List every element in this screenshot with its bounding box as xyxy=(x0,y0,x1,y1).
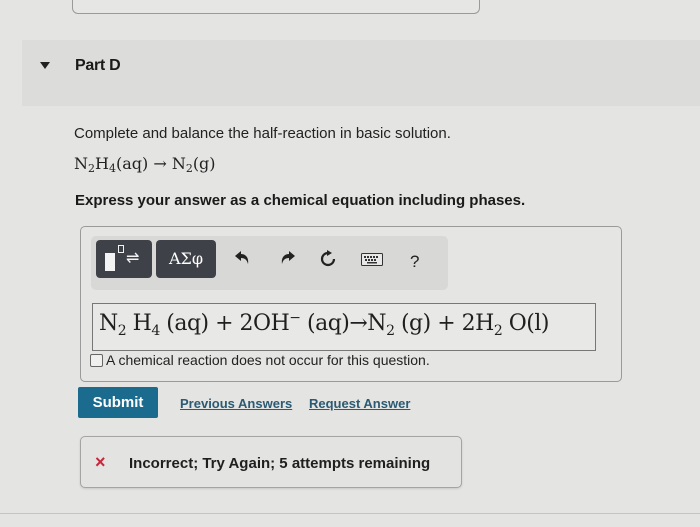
feedback-message: Incorrect; Try Again; 5 attempts remaini… xyxy=(129,455,431,472)
undo-icon xyxy=(235,251,249,264)
answer-input[interactable]: N2 H4 (aq) + 2OH− (aq)→N2 (g) + 2H2 O(l) xyxy=(92,303,596,351)
keyboard-button[interactable] xyxy=(361,253,383,266)
given-reaction: N2H4(aq) → N2(g) xyxy=(74,154,216,175)
answer-text: N xyxy=(99,311,118,336)
reset-button[interactable] xyxy=(319,250,337,268)
help-button[interactable]: ? xyxy=(410,252,419,272)
reset-icon xyxy=(320,250,336,267)
answer-subscript: 2 xyxy=(117,323,127,339)
reactant-phase: (aq) xyxy=(115,154,149,173)
answer-superscript: − xyxy=(289,310,301,326)
redo-icon xyxy=(281,251,295,264)
no-reaction-label: A chemical reaction does not occur for t… xyxy=(106,352,430,368)
no-reaction-checkbox[interactable] xyxy=(90,353,103,367)
no-reaction-option[interactable]: A chemical reaction does not occur for t… xyxy=(90,352,430,368)
keyboard-icon xyxy=(361,253,383,266)
redo-button[interactable] xyxy=(278,250,296,266)
question-instruction: Complete and balance the half-reaction i… xyxy=(74,125,451,142)
reactant-n: N xyxy=(74,154,88,173)
answer-format-instruction: Express your answer as a chemical equati… xyxy=(75,192,526,209)
collapse-caret-icon[interactable] xyxy=(40,62,50,69)
previous-answers-link[interactable]: Previous Answers xyxy=(180,396,292,411)
product-phase: (g) xyxy=(192,154,216,173)
part-title[interactable]: Part D xyxy=(75,57,121,75)
product-sub: 2 xyxy=(185,162,193,175)
answer-subscript: 4 xyxy=(151,323,160,339)
reactant-sub: 4 xyxy=(108,162,116,175)
product-n: N xyxy=(171,154,186,173)
answer-text: (aq) + 2OH xyxy=(159,311,290,336)
previous-feedback-box xyxy=(72,0,480,14)
answer-subscript: 2 xyxy=(493,323,503,339)
answer-text: (g) + 2H xyxy=(394,311,494,336)
answer-text: H xyxy=(126,311,152,336)
submit-button[interactable]: Submit xyxy=(78,387,158,418)
greek-symbols-button[interactable]: ΑΣφ xyxy=(156,240,216,278)
reactant-sub: 2 xyxy=(88,162,95,175)
reaction-arrow: → xyxy=(153,154,167,173)
incorrect-x-icon: × xyxy=(95,452,106,472)
answer-text: (aq)→N xyxy=(300,311,387,336)
section-divider xyxy=(0,513,700,514)
reactant-h: H xyxy=(95,154,109,173)
answer-text: O(l) xyxy=(502,311,550,336)
templates-button[interactable]: ⇌ xyxy=(96,240,152,278)
request-answer-link[interactable]: Request Answer xyxy=(309,396,410,411)
undo-button[interactable] xyxy=(234,250,252,266)
part-header[interactable] xyxy=(22,40,700,106)
